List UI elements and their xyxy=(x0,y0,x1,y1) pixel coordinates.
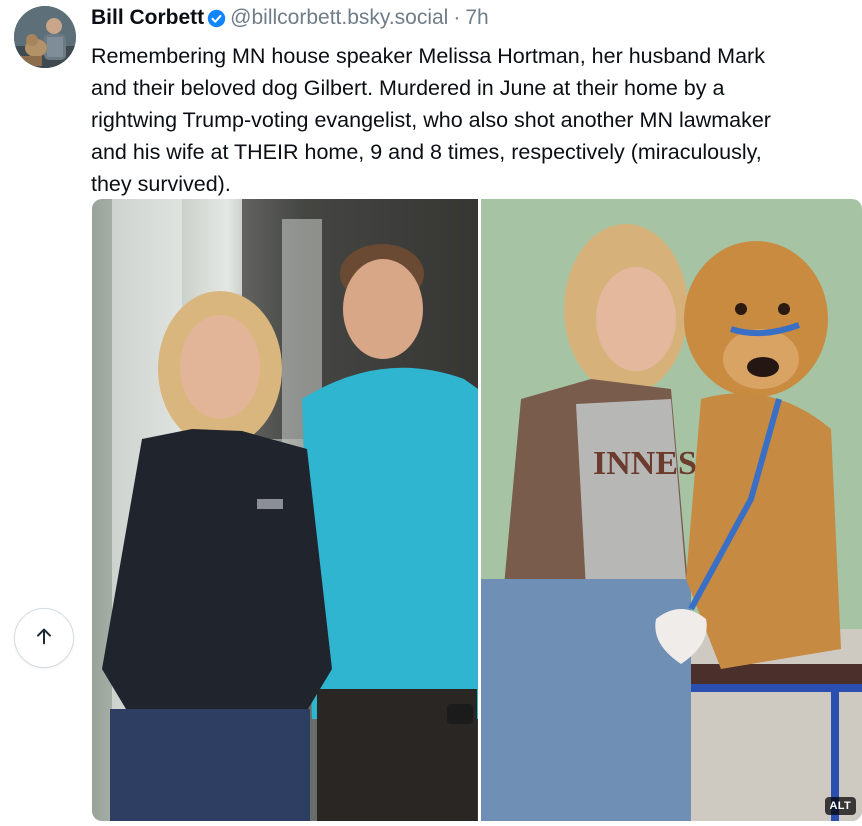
post-text: Remembering MN house speaker Melissa Hor… xyxy=(91,44,771,196)
author-name[interactable]: Bill Corbett xyxy=(91,6,204,30)
header-separator: · xyxy=(453,6,461,29)
photo-couple-waterfall[interactable] xyxy=(92,199,478,821)
avatar[interactable] xyxy=(14,6,76,68)
author-handle[interactable]: @billcorbett.bsky.social xyxy=(230,6,448,30)
image-grid: INNES ALT xyxy=(92,199,862,821)
scroll-to-top-button[interactable] xyxy=(14,608,74,668)
post-header: Bill Corbett @billcorbett.bsky.social · … xyxy=(91,4,489,32)
alt-badge[interactable]: ALT xyxy=(824,797,856,815)
post-timestamp[interactable]: 7h xyxy=(465,6,488,30)
photo-woman-with-golden-retriever[interactable]: INNES ALT xyxy=(481,199,862,821)
arrow-up-icon xyxy=(33,625,55,652)
verified-badge-icon xyxy=(207,9,226,28)
shirt-text: INNES xyxy=(593,445,697,482)
post-container: Bill Corbett @billcorbett.bsky.social · … xyxy=(0,0,862,826)
